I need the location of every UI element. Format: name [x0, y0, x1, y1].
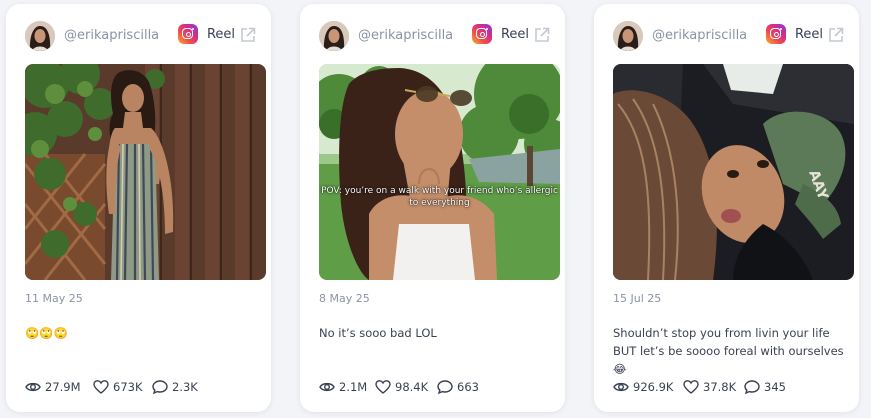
account-handle[interactable]: @erikapriscilla	[358, 28, 453, 43]
avatar[interactable]	[25, 21, 55, 51]
post-caption: No it’s sooo bad LOL	[319, 326, 437, 340]
likes-count: 673K	[113, 380, 143, 394]
external-link-icon[interactable]	[533, 26, 551, 44]
heart-icon	[683, 380, 699, 394]
comments-count: 345	[764, 380, 786, 394]
comments-count: 2.3K	[172, 380, 198, 394]
views-count: 2.1M	[339, 380, 368, 394]
post-date: 11 May 25	[25, 292, 83, 305]
card-header: @erikapriscilla Reel	[25, 21, 257, 51]
eye-icon	[613, 382, 629, 392]
instagram-icon	[472, 24, 492, 44]
post-card[interactable]: @erikapriscilla Reel	[6, 4, 271, 412]
heart-icon	[93, 380, 109, 394]
card-header: @erikapriscilla Reel	[613, 21, 845, 51]
account-handle[interactable]: @erikapriscilla	[652, 28, 747, 43]
external-link-icon[interactable]	[827, 26, 845, 44]
comment-icon	[437, 380, 453, 395]
post-thumbnail[interactable]	[25, 64, 266, 280]
views-count: 27.9M	[45, 380, 81, 394]
post-type-label: Reel	[794, 27, 823, 42]
post-type-label: Reel	[206, 27, 235, 42]
post-card[interactable]: @erikapriscilla Reel AAY 15 Jul 25 Shoul…	[594, 4, 859, 412]
post-caption: 🙄🙄🙄	[25, 326, 68, 340]
video-caption-overlay: POV: you’re on a walk with your friend w…	[321, 186, 558, 208]
post-type-label: Reel	[500, 27, 529, 42]
account-handle[interactable]: @erikapriscilla	[64, 28, 159, 43]
comment-icon	[744, 380, 760, 395]
post-thumbnail[interactable]: POV: you’re on a walk with your friend w…	[319, 64, 560, 280]
eye-icon	[25, 382, 41, 392]
post-date: 8 May 25	[319, 292, 370, 305]
views-count: 926.9K	[633, 380, 674, 394]
eye-icon	[319, 382, 335, 392]
avatar[interactable]	[319, 21, 349, 51]
comments-count: 663	[457, 380, 479, 394]
external-link-icon[interactable]	[239, 26, 257, 44]
heart-icon	[375, 380, 391, 394]
likes-count: 37.8K	[703, 380, 737, 394]
avatar[interactable]	[613, 21, 643, 51]
comment-icon	[152, 380, 168, 395]
post-card[interactable]: @erikapriscilla Reel	[300, 4, 565, 412]
post-thumbnail[interactable]: AAY	[613, 64, 854, 280]
instagram-icon	[178, 24, 198, 44]
instagram-icon	[766, 24, 786, 44]
likes-count: 98.4K	[395, 380, 429, 394]
post-date: 15 Jul 25	[613, 292, 662, 305]
post-caption: Shouldn’t stop you from livin your life …	[613, 326, 844, 376]
card-header: @erikapriscilla Reel	[319, 21, 551, 51]
